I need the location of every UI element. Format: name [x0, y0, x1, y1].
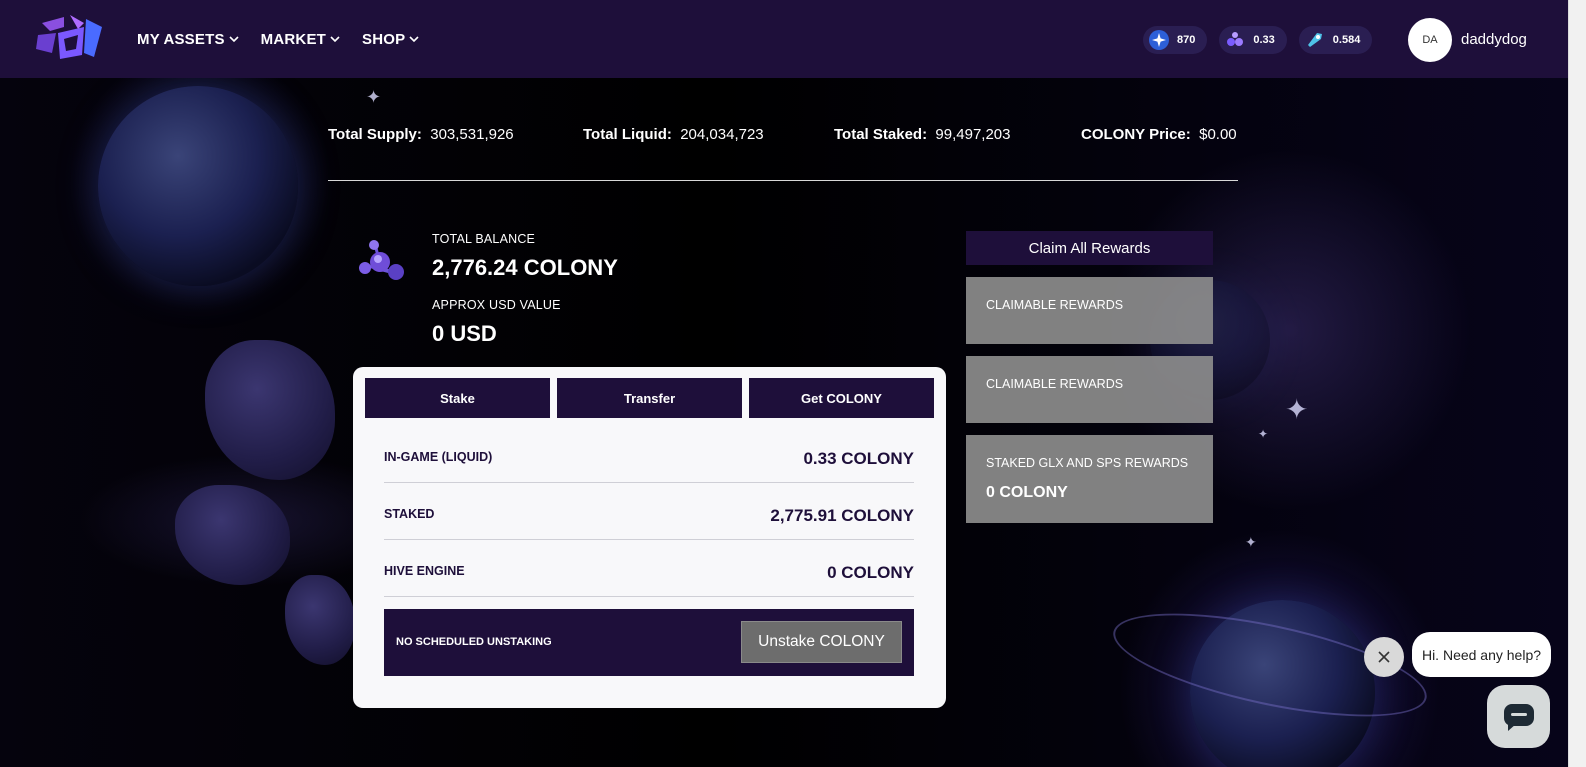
row-value: 2,775.91 COLONY — [770, 506, 914, 525]
colony-value: 0.33 — [1253, 34, 1275, 46]
chevron-down-icon — [330, 36, 340, 43]
chat-close-button[interactable] — [1364, 637, 1404, 677]
menu-label: MY ASSETS — [137, 30, 225, 48]
usd-value: 0 USD — [432, 321, 497, 346]
stat-label: Total Staked: — [834, 126, 928, 143]
colony-molecule-icon — [359, 240, 404, 280]
colony-balance[interactable]: 0.33 — [1219, 26, 1287, 54]
rocket-ticket-icon — [1305, 30, 1325, 50]
total-balance-value: 2,776.24 COLONY — [432, 255, 618, 280]
ticket-value: 0.584 — [1332, 34, 1361, 46]
stat-colony-price: COLONY Price: $0.00 — [1081, 126, 1237, 143]
stat-value: 303,531,926 — [430, 126, 514, 143]
star-decoration: ✦ — [1285, 394, 1309, 425]
claimable-rewards-card[interactable]: CLAIMABLE REWARDS — [966, 277, 1213, 344]
staked-rewards-card[interactable]: STAKED GLX AND SPS REWARDS 0 COLONY — [966, 435, 1213, 523]
avatar[interactable]: DA — [1408, 18, 1452, 62]
reward-label: CLAIMABLE REWARDS — [986, 298, 1124, 312]
reward-label: CLAIMABLE REWARDS — [986, 377, 1124, 391]
star-decoration: ✦ — [1245, 534, 1257, 550]
balance-panel: Stake Transfer Get COLONY IN-GAME (LIQUI… — [353, 367, 946, 708]
close-icon — [1378, 651, 1390, 663]
stat-label: Total Supply: — [328, 126, 422, 143]
claim-all-rewards-button[interactable]: Claim All Rewards — [966, 231, 1213, 265]
star-decoration: ✦ — [366, 87, 382, 107]
unstake-section: NO SCHEDULED UNSTAKING Unstake COLONY — [384, 609, 914, 676]
username[interactable]: daddydog — [1461, 31, 1527, 48]
top-navbar: MY ASSETS MARKET SHOP 870 0.33 0.584 DA … — [0, 0, 1568, 78]
menu-shop[interactable]: SHOP — [362, 31, 419, 48]
row-value: 0.33 COLONY — [803, 449, 914, 468]
stat-label: COLONY Price: — [1081, 126, 1191, 143]
total-balance-label: TOTAL BALANCE — [432, 232, 536, 246]
currency-balances: 870 0.33 0.584 — [1143, 26, 1373, 54]
row-value: 0 COLONY — [827, 563, 914, 582]
row-label: STAKED — [384, 507, 435, 521]
main-menu: MY ASSETS MARKET SHOP — [137, 0, 441, 78]
get-colony-button[interactable]: Get COLONY — [749, 378, 934, 418]
stats-divider — [328, 180, 1238, 181]
stat-total-staked: Total Staked: 99,497,203 — [834, 126, 1011, 143]
row-label: HIVE ENGINE — [384, 564, 465, 578]
stat-label: Total Liquid: — [583, 126, 672, 143]
menu-label: MARKET — [260, 30, 327, 48]
ticket-balance[interactable]: 0.584 — [1298, 26, 1373, 54]
balance-row-staked: STAKED 2,775.91 COLONY — [384, 483, 914, 540]
row-label: IN-GAME (LIQUID) — [384, 450, 493, 464]
game-logo-icon[interactable] — [34, 13, 104, 65]
stat-total-liquid: Total Liquid: 204,034,723 — [583, 126, 764, 143]
usd-value-label: APPROX USD VALUE — [432, 298, 561, 312]
unstake-colony-button[interactable]: Unstake COLONY — [741, 621, 902, 663]
chat-launcher-button[interactable] — [1487, 685, 1550, 748]
stat-value: $0.00 — [1199, 126, 1237, 143]
chat-greeting-bubble[interactable]: Hi. Need any help? — [1412, 632, 1551, 677]
credits-value: 870 — [1177, 34, 1196, 46]
stake-button[interactable]: Stake — [365, 378, 550, 418]
page-scrollbar[interactable] — [1568, 0, 1586, 767]
balance-row-hive-engine: HIVE ENGINE 0 COLONY — [384, 540, 914, 597]
chevron-down-icon — [229, 36, 239, 43]
claimable-rewards-card[interactable]: CLAIMABLE REWARDS — [966, 356, 1213, 423]
unstake-status: NO SCHEDULED UNSTAKING — [396, 636, 552, 648]
menu-market[interactable]: MARKET — [261, 31, 340, 48]
credits-balance[interactable]: 870 — [1143, 26, 1208, 54]
colony-molecule-icon — [1225, 30, 1245, 50]
stat-total-supply: Total Supply: 303,531,926 — [328, 126, 514, 143]
star-decoration: ✦ — [1258, 427, 1269, 441]
chevron-down-icon — [409, 36, 419, 43]
reward-label: STAKED GLX AND SPS REWARDS — [986, 456, 1189, 470]
menu-label: SHOP — [362, 30, 406, 48]
reward-value: 0 COLONY — [986, 484, 1068, 501]
balance-row-ingame: IN-GAME (LIQUID) 0.33 COLONY — [384, 426, 914, 483]
planet-decoration — [98, 86, 298, 286]
credits-icon — [1149, 30, 1169, 50]
transfer-button[interactable]: Transfer — [557, 378, 742, 418]
chat-icon — [1503, 703, 1534, 731]
stat-value: 99,497,203 — [935, 126, 1011, 143]
menu-my-assets[interactable]: MY ASSETS — [137, 31, 239, 48]
stat-value: 204,034,723 — [680, 126, 764, 143]
